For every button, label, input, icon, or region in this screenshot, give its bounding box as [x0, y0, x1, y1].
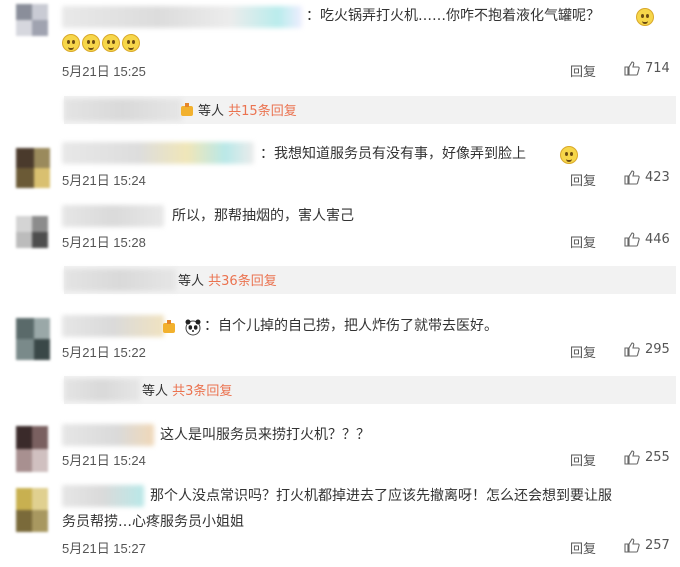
comment-text: 这人是叫服务员来捞打火机？？？	[160, 427, 370, 443]
comment-text: 务员帮捞…心疼服务员小姐姐	[62, 514, 244, 530]
like-count: 257	[645, 538, 670, 553]
thumbs-up-icon	[624, 342, 640, 357]
like-button[interactable]: 423	[624, 170, 670, 185]
sub-reply-count[interactable]: 共36条回复	[208, 274, 277, 289]
thumbs-up-icon	[624, 61, 640, 76]
emoji-icon	[62, 34, 80, 52]
comment-text: 那个人没点常识吗？打火机都掉进去了应该先撤离呀！怎么还会想到要让服	[150, 488, 612, 504]
like-count: 714	[645, 61, 670, 76]
panda-emoji-icon	[185, 319, 201, 336]
comment-time: 5月21日 15:27	[62, 541, 146, 556]
username-blurred[interactable]	[62, 485, 144, 507]
username-blurred[interactable]	[62, 142, 254, 164]
comment-text: ：吃火锅弄打火机……你咋不抱着液化气罐呢？	[306, 8, 600, 24]
like-count: 295	[645, 342, 670, 357]
sub-reply-count[interactable]: 共15条回复	[228, 104, 297, 119]
sub-reply-count[interactable]: 共3条回复	[172, 384, 232, 399]
reply-button[interactable]: 回复	[570, 232, 596, 251]
reply-button[interactable]: 回复	[570, 450, 596, 469]
like-count: 255	[645, 450, 670, 465]
sub-reply-bar[interactable]: 等人 共15条回复	[64, 96, 676, 124]
like-count: 423	[645, 170, 670, 185]
like-button[interactable]: 255	[624, 450, 670, 465]
avatar[interactable]	[16, 216, 48, 248]
sub-reply-prefix: 等人	[142, 384, 169, 399]
username-blurred	[64, 379, 140, 401]
thumbs-up-icon	[624, 538, 640, 553]
badge-icon	[163, 320, 175, 333]
emoji-icon	[82, 34, 100, 52]
like-button[interactable]: 295	[624, 342, 670, 357]
comment-text: ：我想知道服务员有没有事，好像弄到脸上	[260, 146, 526, 162]
username-blurred[interactable]	[62, 6, 302, 28]
username-blurred[interactable]	[62, 205, 164, 227]
sub-reply-bar[interactable]: 等人 共3条回复	[64, 376, 676, 404]
comment-text: ：自个儿掉的自己捞，把人炸伤了就带去医好。	[204, 318, 498, 334]
comment-time: 5月21日 15:24	[62, 173, 146, 188]
comment-time: 5月21日 15:22	[62, 345, 146, 360]
sub-reply-prefix: 等人	[178, 274, 205, 289]
emoji-row	[62, 34, 140, 53]
avatar[interactable]	[16, 426, 48, 472]
username-blurred[interactable]	[62, 424, 154, 446]
avatar[interactable]	[16, 148, 50, 188]
avatar[interactable]	[16, 318, 50, 360]
username-blurred	[64, 99, 182, 121]
like-count: 446	[645, 232, 670, 247]
reply-button[interactable]: 回复	[570, 61, 596, 80]
comment-time: 5月21日 15:25	[62, 64, 146, 79]
sub-reply-bar[interactable]: 等人 共36条回复	[64, 266, 676, 294]
emoji-icon	[560, 146, 578, 164]
comment-time: 5月21日 15:24	[62, 453, 146, 468]
username-blurred	[64, 269, 176, 291]
emoji-icon	[102, 34, 120, 52]
comment-text: 所以，那帮抽烟的，害人害己	[172, 208, 354, 224]
thumbs-up-icon	[624, 450, 640, 465]
username-blurred[interactable]	[62, 315, 164, 337]
reply-button[interactable]: 回复	[570, 170, 596, 189]
reply-button[interactable]: 回复	[570, 342, 596, 361]
like-button[interactable]: 714	[624, 61, 670, 76]
reply-button[interactable]: 回复	[570, 538, 596, 557]
avatar[interactable]	[16, 4, 48, 36]
emoji-icon	[636, 8, 654, 26]
thumbs-up-icon	[624, 232, 640, 247]
sub-reply-prefix: 等人	[198, 104, 225, 119]
like-button[interactable]: 446	[624, 232, 670, 247]
emoji-icon	[122, 34, 140, 52]
badge-icon	[181, 103, 193, 116]
like-button[interactable]: 257	[624, 538, 670, 553]
comment-time: 5月21日 15:28	[62, 235, 146, 250]
thumbs-up-icon	[624, 170, 640, 185]
avatar[interactable]	[16, 488, 48, 532]
